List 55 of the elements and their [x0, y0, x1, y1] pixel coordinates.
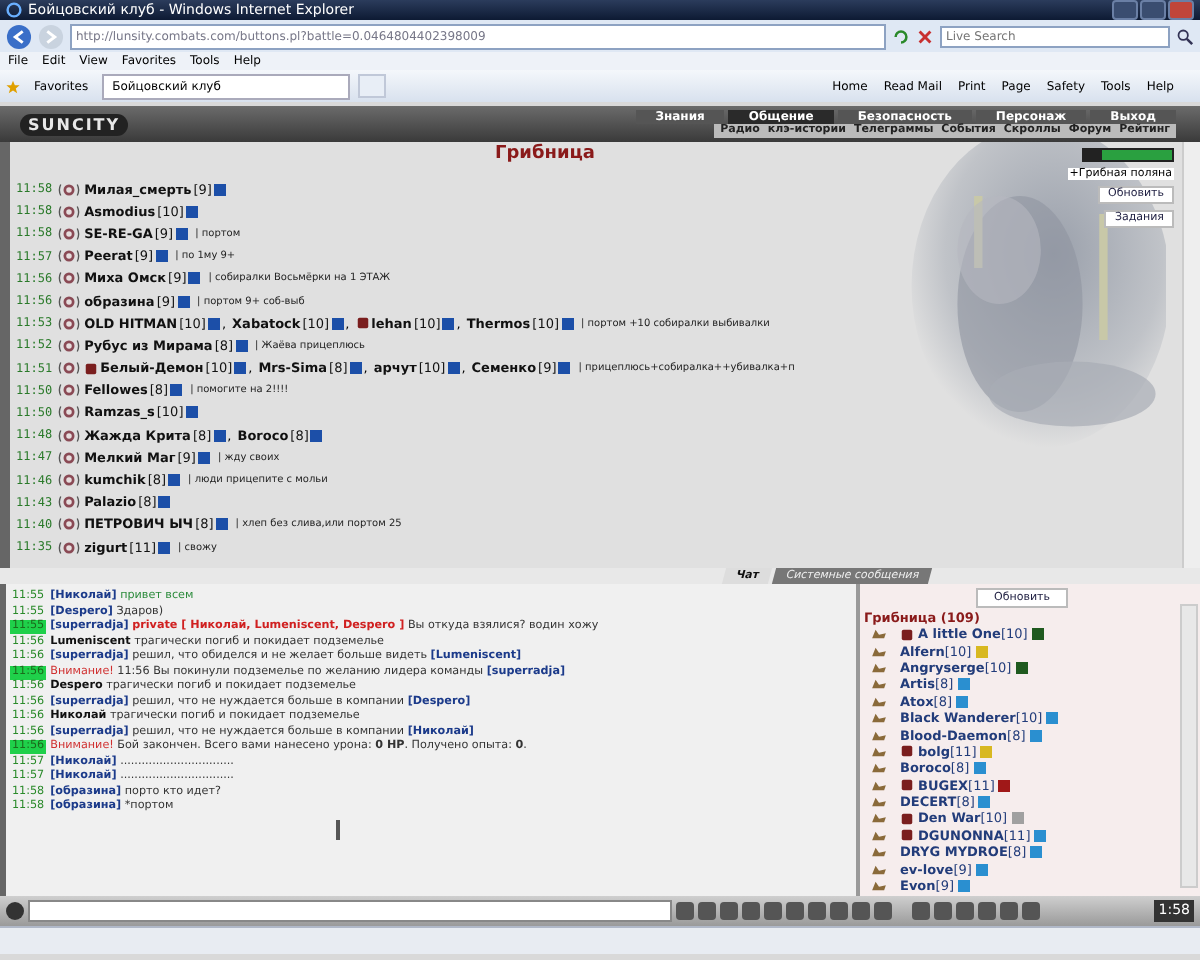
info-icon[interactable] — [998, 779, 1011, 792]
join-icon[interactable] — [58, 382, 81, 399]
join-icon[interactable] — [58, 248, 81, 265]
join-icon[interactable] — [58, 494, 81, 511]
join-icon[interactable] — [58, 539, 81, 556]
meter-icon — [1082, 148, 1174, 162]
info-icon[interactable] — [331, 317, 344, 330]
info-icon[interactable] — [442, 317, 455, 330]
info-icon[interactable] — [978, 796, 991, 809]
star-icon[interactable] — [6, 79, 20, 93]
info-icon[interactable] — [975, 863, 988, 876]
join-icon[interactable] — [58, 472, 81, 489]
search-icon[interactable] — [1176, 27, 1194, 45]
logo: SUNCITY — [20, 113, 129, 135]
info-icon[interactable] — [215, 518, 228, 531]
info-icon[interactable] — [956, 695, 969, 708]
info-icon[interactable] — [957, 678, 970, 691]
join-icon[interactable] — [58, 293, 81, 310]
info-icon[interactable] — [973, 762, 986, 775]
info-icon[interactable] — [213, 183, 226, 196]
refresh-icon[interactable] — [892, 27, 910, 45]
browser-icon — [6, 2, 22, 18]
info-icon[interactable] — [561, 317, 573, 330]
info-icon[interactable] — [1030, 846, 1043, 859]
info-icon[interactable] — [1031, 628, 1044, 641]
chat-input[interactable] — [28, 900, 672, 922]
info-icon[interactable] — [1029, 729, 1042, 742]
stop-icon[interactable] — [916, 27, 934, 45]
info-icon[interactable] — [1034, 829, 1047, 842]
info-icon[interactable] — [158, 541, 171, 554]
info-icon[interactable] — [349, 362, 362, 375]
room-title: Грибница — [492, 142, 598, 166]
info-icon[interactable] — [207, 317, 220, 330]
scrollbar[interactable] — [1182, 142, 1200, 568]
join-icon[interactable] — [58, 337, 81, 354]
join-icon[interactable] — [58, 270, 81, 287]
join-icon[interactable] — [58, 225, 81, 242]
join-icon[interactable] — [58, 360, 81, 377]
join-icon[interactable] — [58, 427, 81, 444]
info-icon[interactable] — [958, 880, 970, 893]
scrollbar[interactable] — [1180, 604, 1198, 888]
join-icon[interactable] — [58, 449, 81, 466]
smiley-icon[interactable] — [6, 902, 24, 920]
join-icon[interactable] — [58, 203, 81, 220]
info-icon[interactable] — [1046, 712, 1059, 725]
text-cursor — [336, 820, 340, 840]
join-icon[interactable] — [58, 404, 81, 421]
info-icon[interactable] — [558, 362, 571, 375]
info-icon[interactable] — [447, 362, 460, 375]
join-icon[interactable] — [58, 181, 81, 198]
info-icon[interactable] — [1015, 661, 1028, 674]
join-icon[interactable] — [58, 315, 81, 332]
info-icon[interactable] — [310, 429, 323, 442]
join-icon[interactable] — [58, 516, 81, 533]
back-button[interactable] — [6, 23, 32, 49]
